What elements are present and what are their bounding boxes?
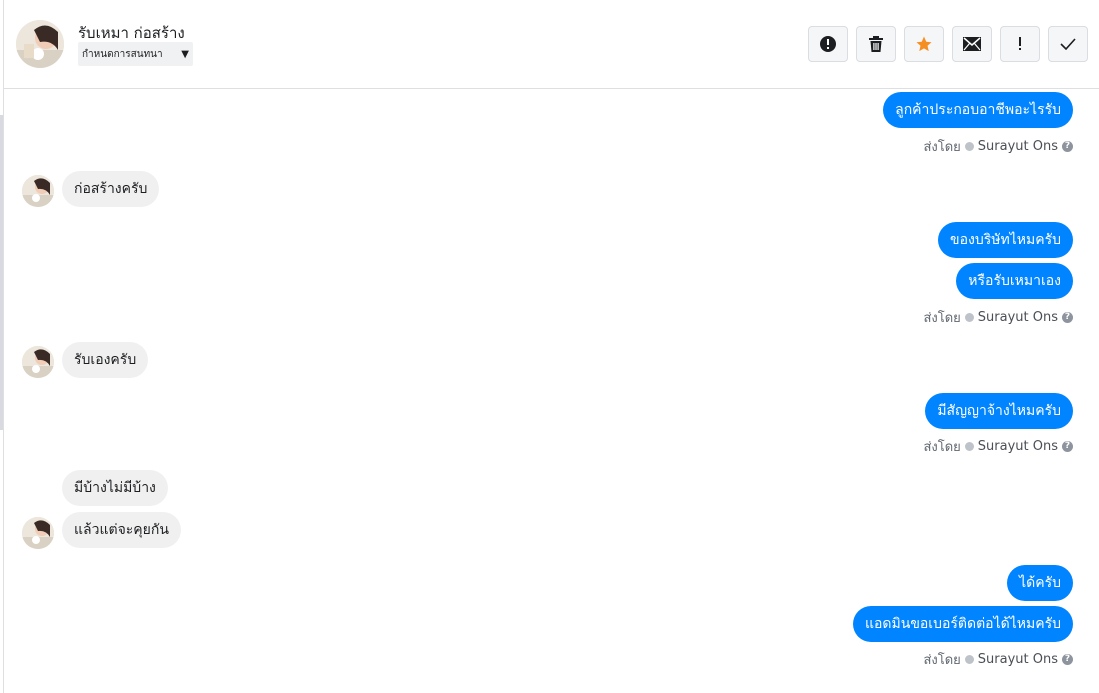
- message-incoming[interactable]: แล้วแต่จะคุยกัน: [62, 512, 181, 548]
- message-outgoing[interactable]: แอดมินขอเบอร์ติดต่อได้ไหมครับ: [853, 606, 1073, 642]
- sent-by-info: ส่งโดย Surayut Ons ?: [923, 307, 1073, 328]
- help-icon[interactable]: ?: [1062, 654, 1073, 665]
- help-icon[interactable]: ?: [1062, 441, 1073, 452]
- conversation-label-dropdown[interactable]: กำหนดการสนทนา ▼: [78, 42, 193, 66]
- sent-by-info: ส่งโดย Surayut Ons ?: [923, 136, 1073, 157]
- message-incoming[interactable]: ก่อสร้างครับ: [62, 171, 160, 207]
- mark-unread-button[interactable]: [952, 26, 992, 62]
- action-toolbar: [808, 26, 1088, 62]
- trash-icon: [869, 36, 883, 52]
- alert-circle-icon: [820, 36, 836, 52]
- conversation-header: รับเหมา ก่อสร้าง กำหนดการสนทนา ▼: [4, 0, 1099, 89]
- message-outgoing[interactable]: ของบริษัทไหมครับ: [938, 222, 1073, 258]
- message-outgoing[interactable]: ได้ครับ: [1007, 565, 1073, 601]
- exclamation-icon: [1019, 37, 1021, 50]
- label-select-text: กำหนดการสนทนา: [82, 48, 163, 60]
- sent-by-info: ส่งโดย Surayut Ons ?: [923, 649, 1073, 670]
- message-outgoing[interactable]: ลูกค้าประกอบอาชีพอะไรรับ: [883, 92, 1073, 128]
- contact-avatar[interactable]: [16, 20, 64, 68]
- checkmark-icon: [1060, 38, 1076, 50]
- sent-by-agent[interactable]: Surayut Ons: [978, 310, 1058, 325]
- mark-done-button[interactable]: [1048, 26, 1088, 62]
- help-icon[interactable]: ?: [1062, 312, 1073, 323]
- sent-by-prefix: ส่งโดย: [923, 653, 961, 668]
- contact-avatar-small[interactable]: [22, 517, 54, 549]
- message-outgoing[interactable]: มีสัญญาจ้างไหมครับ: [925, 393, 1073, 429]
- verified-icon: [964, 313, 974, 322]
- envelope-icon: [963, 37, 981, 51]
- verified-icon: [964, 655, 974, 664]
- star-icon: [916, 36, 932, 52]
- mark-spam-button[interactable]: [808, 26, 848, 62]
- contact-avatar-small[interactable]: [22, 346, 54, 378]
- sent-by-agent[interactable]: Surayut Ons: [978, 652, 1058, 667]
- message-thread[interactable]: ลูกค้าประกอบอาชีพอะไรรับ ส่งโดย Surayut …: [4, 89, 1099, 693]
- contact-avatar-small[interactable]: [22, 175, 54, 207]
- star-button[interactable]: [904, 26, 944, 62]
- follow-up-button[interactable]: [1000, 26, 1040, 62]
- delete-button[interactable]: [856, 26, 896, 62]
- caret-down-icon: ▼: [181, 48, 189, 60]
- sent-by-prefix: ส่งโดย: [923, 311, 961, 326]
- sent-by-agent[interactable]: Surayut Ons: [978, 139, 1058, 154]
- message-incoming[interactable]: รับเองครับ: [62, 342, 149, 378]
- sent-by-prefix: ส่งโดย: [923, 140, 961, 155]
- scrollbar-thumb[interactable]: [0, 115, 3, 430]
- sent-by-prefix: ส่งโดย: [923, 440, 961, 455]
- message-outgoing[interactable]: หรือรับเหมาเอง: [956, 263, 1073, 299]
- message-incoming[interactable]: มีบ้างไม่มีบ้าง: [62, 470, 168, 506]
- verified-icon: [964, 142, 974, 151]
- sent-by-agent[interactable]: Surayut Ons: [978, 439, 1058, 454]
- sent-by-info: ส่งโดย Surayut Ons ?: [923, 436, 1073, 457]
- help-icon[interactable]: ?: [1062, 141, 1073, 152]
- verified-icon: [964, 442, 974, 451]
